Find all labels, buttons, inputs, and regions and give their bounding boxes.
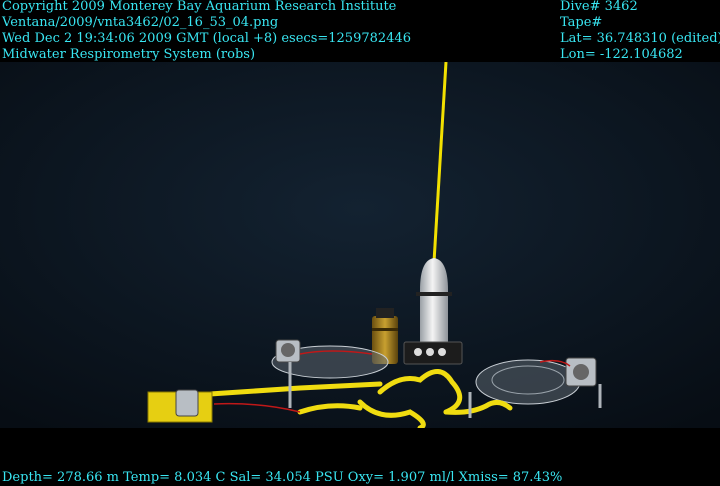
system-name-text: Midwater Respirometry System (robs) xyxy=(2,47,256,62)
dive-number-text: Dive# 3462 xyxy=(560,0,638,14)
latitude-text: Lat= 36.748310 (edited) xyxy=(560,31,720,46)
overlay-bottom: Depth= 278.66 m Temp= 8.034 C Sal= 34.05… xyxy=(2,470,562,486)
overlay-top-right: Dive# 3462 Tape# Lat= 36.748310 (edited)… xyxy=(560,0,720,63)
sensor-readout-text: Depth= 278.66 m Temp= 8.034 C Sal= 34.05… xyxy=(2,470,563,485)
underwater-scene xyxy=(0,62,720,428)
video-frame: Copyright 2009 Monterey Bay Aquarium Res… xyxy=(0,0,720,486)
longitude-text: Lon= -122.104682 xyxy=(560,47,683,62)
tape-number-text: Tape# xyxy=(560,15,603,30)
image-path-text: Ventana/2009/vnta3462/02_16_53_04.png xyxy=(2,15,279,30)
copyright-text: Copyright 2009 Monterey Bay Aquarium Res… xyxy=(2,0,397,14)
left-housing xyxy=(175,389,199,417)
timestamp-text: Wed Dec 2 19:34:06 2009 GMT (local +8) e… xyxy=(2,31,411,46)
overlay-top-left: Copyright 2009 Monterey Bay Aquarium Res… xyxy=(2,0,411,63)
